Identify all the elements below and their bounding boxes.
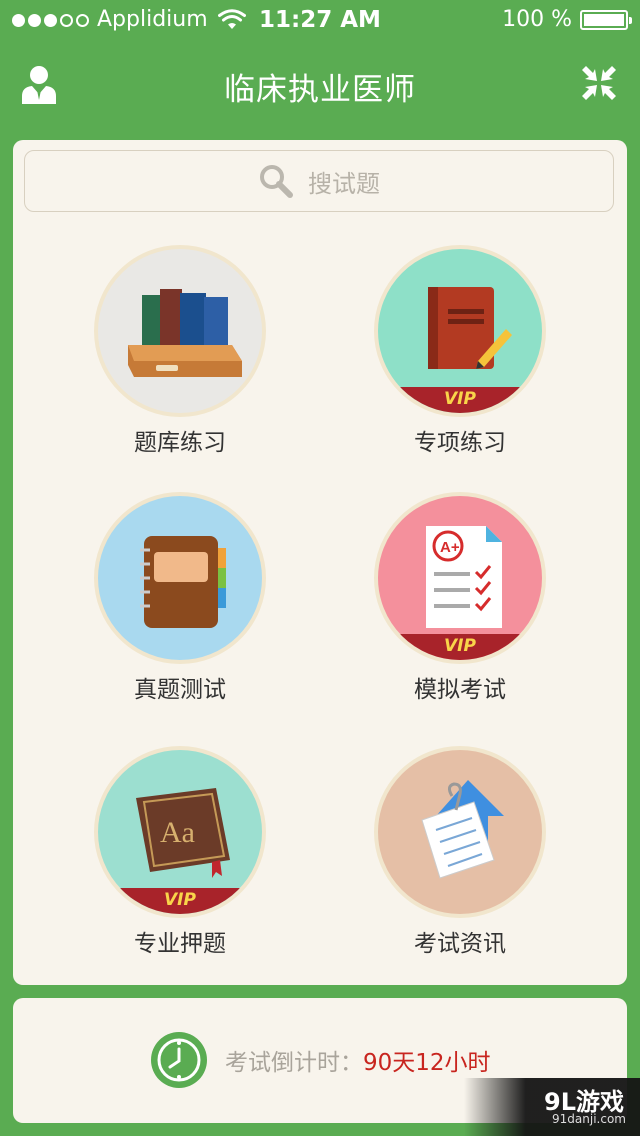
- tile-circle: VIP: [374, 245, 546, 417]
- tile-circle: [374, 746, 546, 918]
- countdown-value: 90天12小时: [363, 1050, 491, 1076]
- countdown-label: 考试倒计时：: [225, 1050, 363, 1076]
- status-bar: Applidium 11:27 AM 100 %: [0, 0, 640, 40]
- svg-text:A+: A+: [440, 539, 460, 556]
- tile-label: 专项练习: [414, 430, 506, 456]
- shrink-arrows-icon[interactable]: [580, 64, 618, 102]
- search-icon: [260, 165, 293, 198]
- watermark-url: 91danji.com: [552, 1112, 626, 1126]
- vip-badge: VIP: [98, 888, 262, 914]
- page-title: 临床执业医师: [224, 72, 416, 108]
- battery-icon: [580, 10, 632, 30]
- tile-circle: [94, 492, 266, 664]
- battery-fill: [584, 14, 624, 26]
- tile-label: 考试资讯: [414, 931, 506, 957]
- tile-circle: A+ VIP: [374, 492, 546, 664]
- nav-bar: 临床执业医师: [0, 40, 640, 130]
- tile-circle: [94, 245, 266, 417]
- watermark: 9L游戏 91danji.com: [464, 1078, 640, 1136]
- tile-label: 模拟考试: [414, 677, 506, 703]
- vip-badge: VIP: [378, 634, 542, 660]
- tile-circle: Aa VIP: [94, 746, 266, 918]
- tile-label: 题库练习: [134, 430, 226, 456]
- battery-percent: 100 %: [502, 7, 572, 32]
- main-menu-card: 搜试题 题库练习 VIP 专项练习 真题测试 A+ VIP 模拟考试 Aa VI…: [13, 140, 627, 985]
- books-drawer-icon: [128, 289, 242, 377]
- countdown-text: 考试倒计时：90天12小时: [225, 1043, 491, 1077]
- notebook-icon: [140, 536, 226, 628]
- search-input[interactable]: 搜试题: [24, 150, 614, 212]
- vip-badge: VIP: [378, 387, 542, 413]
- status-right: 100 %: [502, 0, 632, 40]
- clock-icon: [151, 1032, 207, 1088]
- tile-label: 真题测试: [134, 677, 226, 703]
- search-placeholder: 搜试题: [308, 169, 380, 198]
- svg-text:Aa: Aa: [160, 816, 195, 849]
- tile-label: 专业押题: [134, 931, 226, 957]
- document-arrow-icon: [421, 780, 504, 879]
